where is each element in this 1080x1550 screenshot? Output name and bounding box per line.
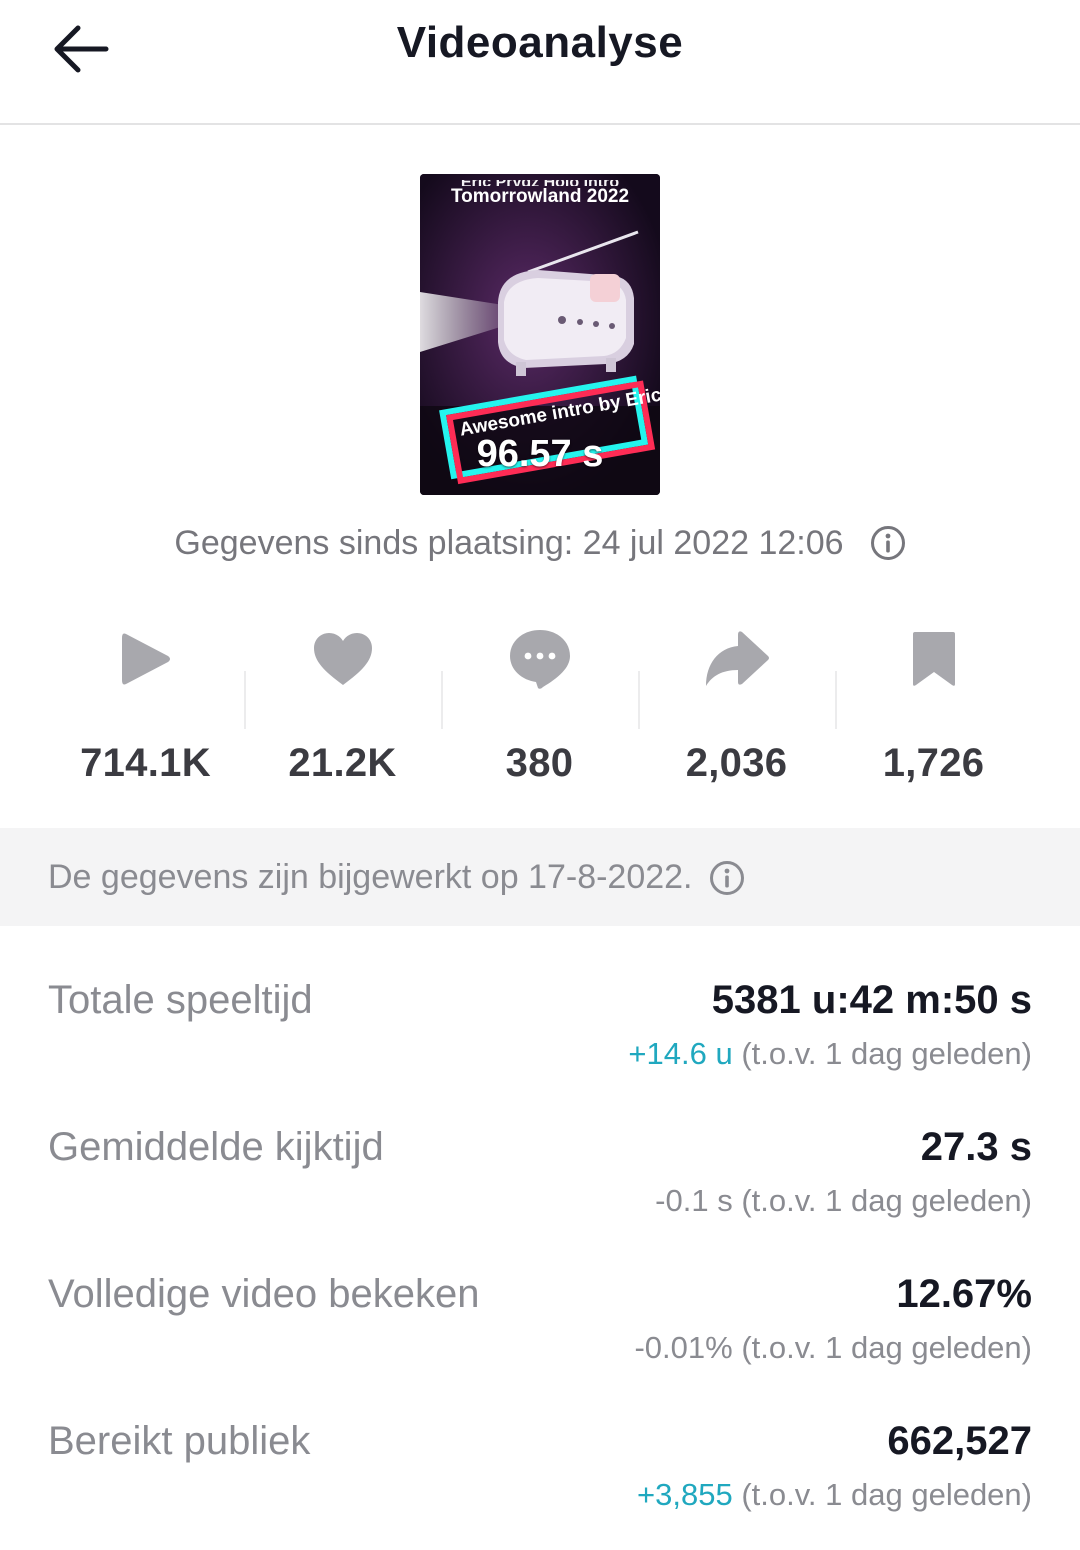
metric-likes: 21.2K — [244, 615, 441, 795]
stat-reached-audience: Bereikt publiek 662,527 +3,855 (t.o.v. 1… — [48, 1419, 1032, 1539]
stat-label: Volledige video bekeken — [48, 1272, 480, 1316]
play-icon — [120, 619, 172, 699]
page-title: Videoanalyse — [396, 18, 684, 67]
stat-label: Totale speeltijd — [48, 978, 313, 1022]
stat-value: 12.67% — [896, 1272, 1032, 1316]
delta-value: -0.01% — [634, 1330, 733, 1365]
stat-total-playtime: Totale speeltijd 5381 u:42 m:50 s +14.6 … — [48, 978, 1032, 1098]
video-title-overlay: Eric Prydz Holo Intro Tomorrowland 2022 — [450, 180, 630, 207]
views-count: 714.1K — [80, 741, 211, 785]
delta-suffix: (t.o.v. 1 dag geleden) — [732, 1036, 1032, 1071]
data-updated-banner: De gegevens zijn bijgewerkt op 17-8-2022… — [0, 828, 1080, 926]
video-thumbnail[interactable]: Eric Prydz Holo Intro Tomorrowland 2022 … — [420, 174, 660, 495]
info-icon[interactable] — [709, 859, 745, 895]
stat-value: 27.3 s — [920, 1125, 1032, 1169]
data-updated-text: De gegevens zijn bijgewerkt op 17-8-2022… — [48, 857, 693, 896]
bookmark-icon — [911, 619, 957, 699]
metric-comments: 380 — [441, 615, 638, 795]
share-icon — [704, 619, 770, 699]
stat-full-video-watched: Volledige video bekeken 12.67% -0.01% (t… — [48, 1272, 1032, 1392]
stat-label: Gemiddelde kijktijd — [48, 1125, 384, 1169]
video-duration: 96.57 s — [476, 433, 604, 475]
top-bar: Videoanalyse — [0, 0, 1080, 125]
metric-views: 714.1K — [47, 615, 244, 795]
stat-delta: -0.01% (t.o.v. 1 dag geleden) — [634, 1330, 1032, 1366]
stat-value: 662,527 — [887, 1419, 1032, 1463]
stat-delta: +14.6 u (t.o.v. 1 dag geleden) — [628, 1036, 1032, 1072]
metric-shares: 2,036 — [638, 615, 835, 795]
likes-count: 21.2K — [288, 741, 397, 785]
delta-value: -0.1 s — [655, 1183, 733, 1218]
metric-saves: 1,726 — [835, 615, 1032, 795]
delta-suffix: (t.o.v. 1 dag geleden) — [732, 1330, 1032, 1365]
delta-value: +14.6 u — [628, 1036, 733, 1071]
stat-average-watchtime: Gemiddelde kijktijd 27.3 s -0.1 s (t.o.v… — [48, 1125, 1032, 1245]
info-icon[interactable] — [870, 525, 906, 561]
stat-delta: -0.1 s (t.o.v. 1 dag geleden) — [655, 1183, 1032, 1219]
saves-count: 1,726 — [882, 741, 985, 785]
shares-count: 2,036 — [685, 741, 788, 785]
comments-count: 380 — [505, 741, 574, 785]
comment-icon — [508, 619, 572, 699]
delta-value: +3,855 — [637, 1477, 733, 1512]
stat-value: 5381 u:42 m:50 s — [711, 978, 1032, 1022]
delta-suffix: (t.o.v. 1 dag geleden) — [732, 1477, 1032, 1512]
stat-delta: +3,855 (t.o.v. 1 dag geleden) — [637, 1477, 1032, 1513]
delta-suffix: (t.o.v. 1 dag geleden) — [732, 1183, 1032, 1218]
engagement-metrics: 714.1K 21.2K 380 2,036 1,726 — [47, 615, 1032, 795]
stat-label: Bereikt publiek — [48, 1419, 311, 1463]
heart-icon — [312, 619, 374, 699]
data-since-text: Gegevens sinds plaatsing: 24 jul 2022 12… — [174, 523, 844, 562]
data-since-line: Gegevens sinds plaatsing: 24 jul 2022 12… — [0, 521, 1080, 565]
